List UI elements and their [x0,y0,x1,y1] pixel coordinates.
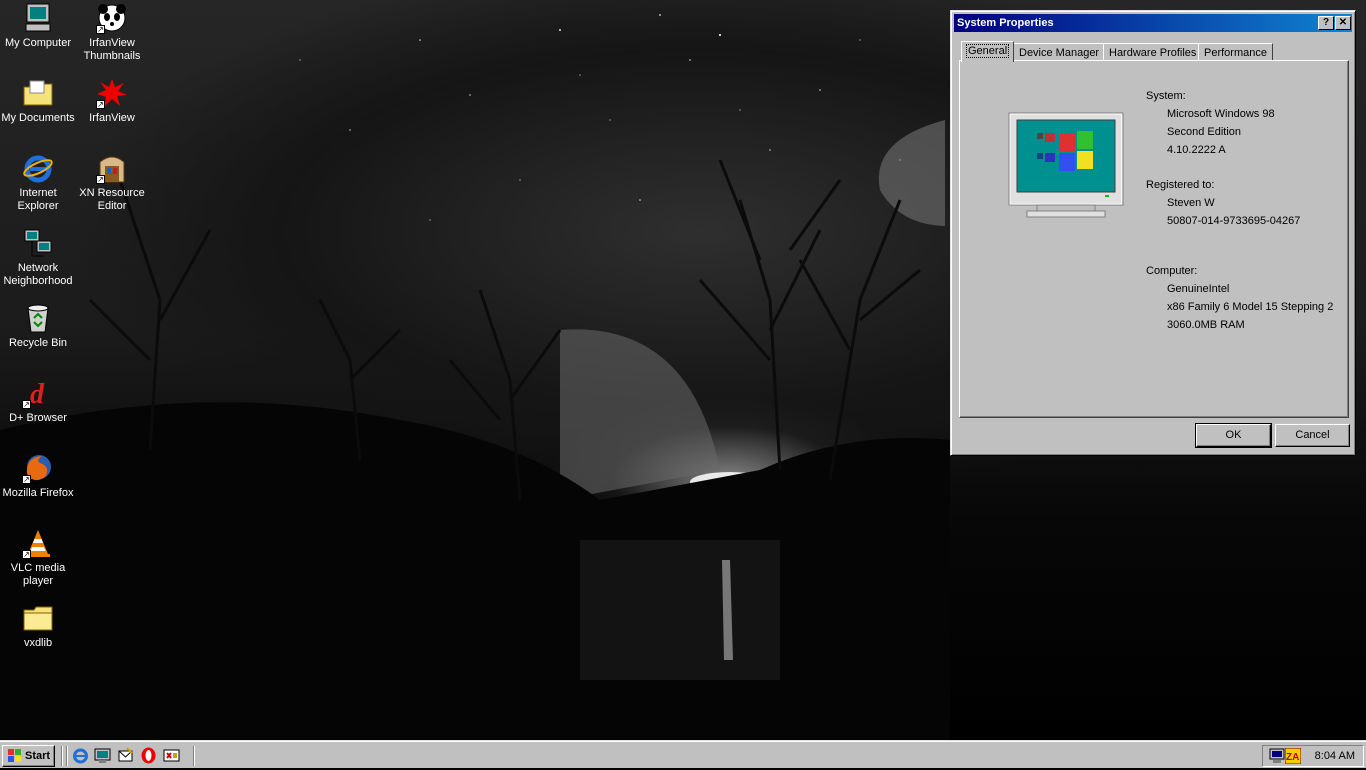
icon-label: IrfanView [89,112,135,124]
icon-label: My Documents [1,112,75,124]
desktop-icon-my-documents[interactable]: My Documents [0,77,76,125]
tab-performance[interactable]: Performance [1198,43,1273,61]
desktop-icon-irfanview[interactable]: ↗ IrfanView [74,77,150,125]
title-bar[interactable]: System Properties ? ✕ [954,14,1352,32]
shortcut-arrow-icon: ↗ [22,475,31,484]
d-plus-browser-icon: d ↗ [22,377,54,410]
panda-icon: ↗ [96,2,128,34]
taskbar-separator [61,746,63,766]
shortcut-arrow-icon: ↗ [22,550,31,559]
system-heading: System: [1146,90,1186,102]
opera-icon[interactable] [140,747,157,764]
my-computer-icon [22,2,54,34]
desktop-icon-mozilla-firefox[interactable]: ↗ Mozilla Firefox [0,452,76,500]
os-edition: Second Edition [1167,126,1241,138]
show-desktop-icon[interactable] [94,747,111,764]
cpu-vendor: GenuineIntel [1167,283,1230,295]
zonealarm-icon[interactable]: ZA [1284,747,1302,765]
registered-heading: Registered to: [1146,179,1215,191]
ok-button[interactable]: OK [1195,423,1272,448]
shortcut-arrow-icon: ↗ [96,25,105,34]
xn-resource-editor-icon: ↗ [96,152,128,184]
icon-label: XN Resource Editor [79,187,145,212]
desktop-icon-irfanview-thumbnails[interactable]: ↗ IrfanView Thumbnails [74,2,150,63]
desktop-icon-vxdlib[interactable]: vxdlib [0,602,76,650]
icon-label: Recycle Bin [8,337,68,349]
product-id: 50807-014-9733695-04267 [1167,215,1301,227]
icon-label: Network Neighborhood [3,262,73,287]
shortcut-arrow-icon: ↗ [22,400,31,409]
icon-label: Internet Explorer [17,187,59,212]
icon-label: IrfanView Thumbnails [83,37,141,62]
start-button[interactable]: Start [2,745,55,767]
desktop-icon-vlc-media-player[interactable]: ↗ VLC media player [0,527,76,588]
shortcut-arrow-icon: ↗ [96,100,105,109]
desktop-icon-my-computer[interactable]: My Computer [0,2,76,50]
desktop-icon-d-plus-browser[interactable]: d ↗ D+ Browser [0,377,76,425]
svg-text:ZA: ZA [1286,752,1299,763]
close-button[interactable]: ✕ [1335,16,1351,30]
desktop-icon-xn-resource-editor[interactable]: ↗ XN Resource Editor [74,152,150,213]
outlook-express-icon[interactable] [117,747,134,764]
help-button[interactable]: ? [1318,16,1334,30]
desktop-icon-internet-explorer[interactable]: Internet Explorer [0,152,76,213]
registered-owner: Steven W [1167,197,1215,209]
icon-label: vxdlib [23,637,53,649]
os-version: 4.10.2222 A [1167,144,1226,156]
os-name: Microsoft Windows 98 [1167,108,1275,120]
windows-flag-icon [6,749,22,763]
icon-label: D+ Browser [9,412,67,424]
icon-label: VLC media player [10,562,66,587]
computer-heading: Computer: [1146,265,1198,277]
desktop-icon-network-neighborhood[interactable]: Network Neighborhood [0,227,76,288]
monitor-icon[interactable] [1269,748,1285,764]
taskbar: Start ZA 8:04 AM [0,740,1366,768]
computer-info: Computer: GenuineIntel x86 Family 6 Mode… [1146,262,1333,334]
internet-explorer-icon[interactable] [72,747,89,764]
system-info: System: Microsoft Windows 98 Second Edit… [1146,87,1275,159]
icon-label: My Computer [4,37,72,49]
tab-device-manager[interactable]: Device Manager [1013,43,1106,61]
system-tray: ZA 8:04 AM [1262,745,1364,767]
memory: 3060.0MB RAM [1167,319,1245,331]
network-computers-icon [22,227,54,259]
svg-text:d: d [30,379,45,409]
folder-icon [22,602,54,634]
taskbar-separator [193,746,195,766]
xn-editor-icon[interactable] [163,747,180,764]
taskbar-separator [66,746,68,766]
windows-monitor-logo-icon [1007,111,1127,226]
firefox-icon: ↗ [22,452,54,484]
desktop-icon-recycle-bin[interactable]: Recycle Bin [0,302,76,350]
internet-explorer-icon [22,152,54,184]
clock[interactable]: 8:04 AM [1315,750,1355,762]
irfanview-splat-icon: ↗ [96,77,128,109]
system-properties-window: System Properties ? ✕ General Device Man… [950,10,1356,456]
shortcut-arrow-icon: ↗ [96,175,105,184]
vlc-cone-icon: ↗ [22,527,54,559]
registration-info: Registered to: Steven W 50807-014-973369… [1146,176,1300,230]
recycle-bin-icon [22,302,54,334]
start-label: Start [25,750,51,762]
cpu-model: x86 Family 6 Model 15 Stepping 2 [1167,301,1334,313]
icon-label: Mozilla Firefox [2,487,74,499]
tab-general[interactable]: General [961,41,1015,62]
cancel-button[interactable]: Cancel [1275,424,1350,447]
window-title: System Properties [957,17,1054,29]
tab-hardware-profiles[interactable]: Hardware Profiles [1103,43,1203,61]
folder-documents-icon [22,77,54,109]
general-tab-panel: System: Microsoft Windows 98 Second Edit… [959,60,1349,418]
